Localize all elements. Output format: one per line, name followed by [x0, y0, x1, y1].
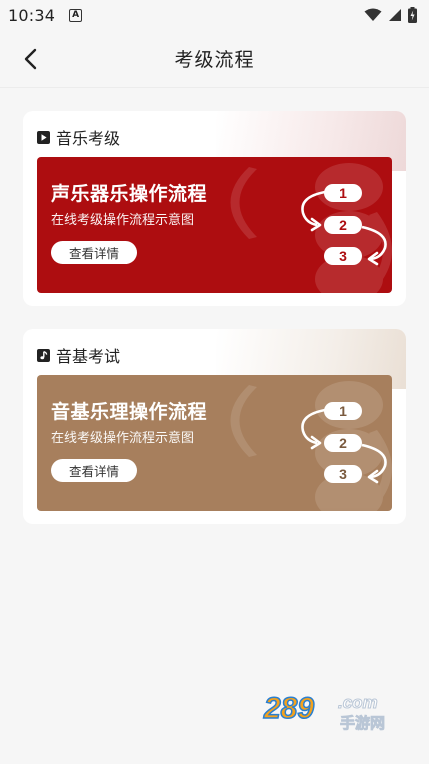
page-title: 考级流程 [174, 49, 255, 71]
back-button[interactable] [16, 44, 46, 74]
step-label-1: 1 [339, 185, 347, 201]
section-theory-exam: 音基考试 1 2 3 音基乐理操作流程 在线考级操作流程示意图 查看详情 [23, 329, 406, 524]
flow-steps-graphic: 1 2 3 [230, 163, 392, 293]
music-note-icon [37, 348, 50, 362]
step-label-1: 1 [339, 403, 347, 419]
section-header: 音乐考级 [37, 125, 120, 149]
banner-subtitle: 在线考级操作流程示意图 [51, 213, 195, 228]
step-label-3: 3 [339, 466, 347, 482]
watermark-sub: 手游网 [340, 714, 385, 732]
play-icon [37, 130, 50, 144]
section-title: 音基考试 [56, 347, 121, 366]
section-header: 音基考试 [37, 343, 120, 367]
chevron-left-icon [24, 48, 37, 70]
banner-subtitle: 在线考级操作流程示意图 [51, 431, 195, 446]
signal-icon [389, 9, 401, 21]
status-bar: 10:34 A [0, 0, 429, 30]
watermark-logo: 289 .com 手游网 [262, 691, 385, 732]
app-header: 考级流程 [0, 30, 429, 88]
section-music-exam: 音乐考级 1 2 3 声乐器乐操作流程 在线考级操作流程示意图 查看详情 [23, 111, 406, 306]
step-label-2: 2 [339, 435, 347, 451]
watermark-domain: .com [338, 693, 378, 712]
status-icons [364, 7, 417, 23]
watermark-main: 289 [263, 692, 314, 725]
view-details-button[interactable]: 查看详情 [51, 241, 137, 264]
step-label-2: 2 [339, 217, 347, 233]
section-title: 音乐考级 [56, 129, 121, 148]
status-time: 10:34 [8, 5, 56, 25]
theory-banner[interactable]: 1 2 3 音基乐理操作流程 在线考级操作流程示意图 查看详情 [37, 375, 392, 511]
view-details-button[interactable]: 查看详情 [51, 459, 137, 482]
battery-icon [408, 7, 417, 23]
notification-icon: A [69, 8, 83, 22]
wifi-icon [364, 8, 382, 21]
vocal-instrument-banner[interactable]: 1 2 3 声乐器乐操作流程 在线考级操作流程示意图 查看详情 [37, 157, 392, 293]
banner-title: 音基乐理操作流程 [51, 401, 208, 423]
step-label-3: 3 [339, 248, 347, 264]
flow-steps-graphic: 1 2 3 [230, 381, 392, 511]
banner-title: 声乐器乐操作流程 [51, 183, 208, 205]
